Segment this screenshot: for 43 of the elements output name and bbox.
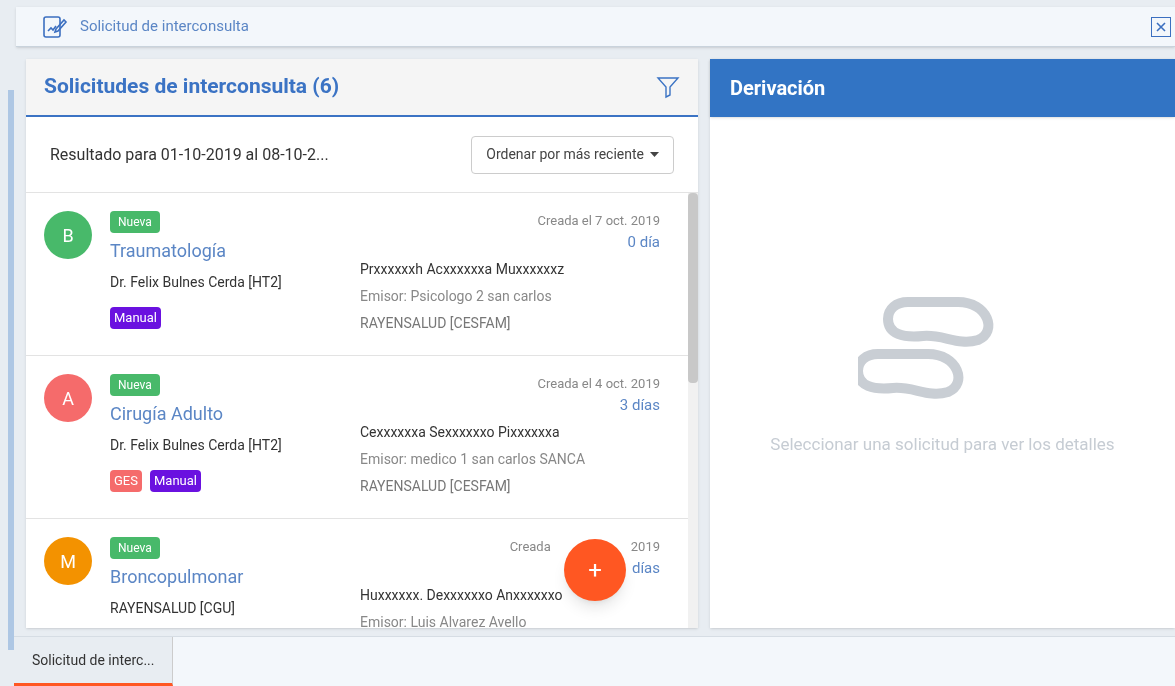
- status-tag: Nueva: [110, 211, 160, 233]
- edit-document-icon: [42, 14, 68, 39]
- days-text: 3 días: [619, 394, 660, 416]
- specialty-link[interactable]: Cirugía Adulto: [110, 400, 360, 427]
- close-button[interactable]: [1151, 16, 1171, 37]
- origin-text: RAYENSALUD [CESFAM]: [360, 314, 512, 333]
- status-tag: Nueva: [110, 537, 160, 559]
- issuer-text: Emisor: Psicologo 2 san carlos: [360, 287, 553, 306]
- window-tab[interactable]: Solicitud de interc...: [14, 637, 174, 686]
- doctor-text: Dr. Felix Bulnes Cerda [HT2]: [110, 273, 283, 292]
- avatar: B: [44, 211, 92, 259]
- issuer-text: Emisor: medico 1 san carlos SANCA: [360, 450, 587, 469]
- doctor-text: RAYENSALUD [CGU]: [110, 599, 236, 618]
- specialty-link[interactable]: Traumatología: [110, 237, 360, 264]
- patient-name: Huxxxxxx. Dexxxxxxo Anxxxxxxo: [360, 586, 564, 605]
- panel-title: Derivación: [730, 75, 826, 102]
- specialty-link[interactable]: Broncopulmonar: [110, 563, 360, 590]
- doctor-text: Dr. Felix Bulnes Cerda [HT2]: [110, 436, 283, 455]
- window-title: Solicitud de interconsulta: [80, 16, 249, 38]
- filter-icon[interactable]: [656, 75, 680, 99]
- patient-name: Prxxxxxxh Acxxxxxxa Muxxxxxxz: [360, 260, 566, 279]
- result-text: Resultado para 01-10-2019 al 08-10-2...: [50, 143, 329, 166]
- created-date: Creada el 4 oct. 2019: [537, 375, 660, 393]
- sort-dropdown[interactable]: Ordenar por más reciente: [471, 135, 674, 174]
- patient-name: Cexxxxxxa Sexxxxxxo Pixxxxxxa: [360, 423, 561, 442]
- issuer-text: Emisor: Luis Alvarez Avello: [360, 613, 528, 628]
- origin-text: RAYENSALUD [CESFAM]: [360, 477, 512, 496]
- tag: Manual: [149, 470, 201, 492]
- panel-title: Solicitudes de interconsulta (6): [44, 73, 340, 101]
- scrollbar[interactable]: [688, 193, 698, 628]
- tag: Manual: [110, 307, 161, 329]
- created-date: Creada: [509, 538, 551, 556]
- created-date: Creada el 7 oct. 2019: [537, 212, 660, 230]
- avatar: M: [44, 537, 92, 585]
- close-icon: [1156, 21, 1166, 32]
- tag: GES: [110, 470, 142, 492]
- days-text: 0 día: [627, 231, 660, 253]
- created-date: 2019: [630, 538, 660, 556]
- days-text: días: [631, 557, 660, 579]
- empty-state-text: Seleccionar una solicitud para ver los detalles: [770, 433, 1115, 456]
- avatar: A: [44, 374, 92, 422]
- status-tag: Nueva: [110, 374, 160, 396]
- caret-icon: [650, 152, 659, 157]
